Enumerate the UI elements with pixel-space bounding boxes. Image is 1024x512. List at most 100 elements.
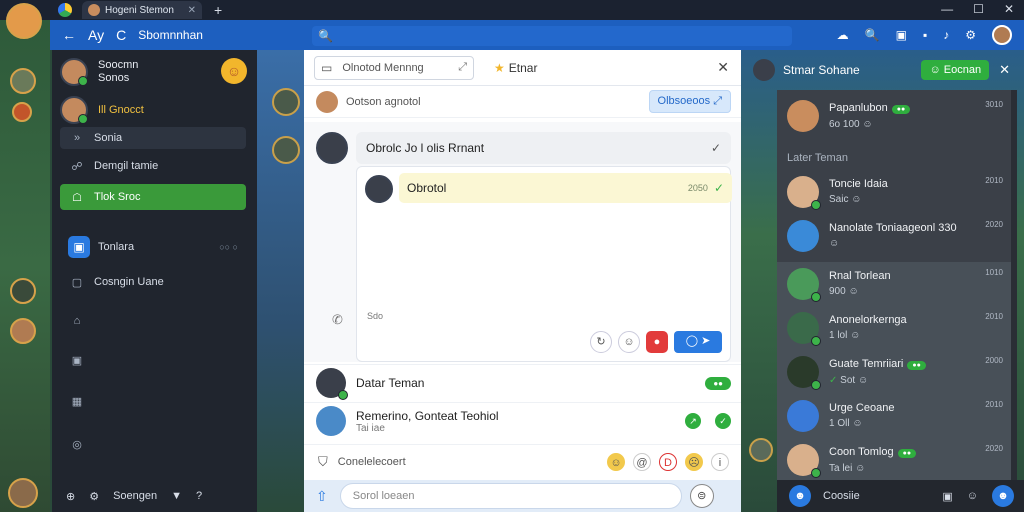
sidebar-icon-row[interactable]: ▦	[60, 390, 246, 412]
friends-panel-title: Stmar Sohane	[783, 63, 860, 77]
check-icon[interactable]: ✓	[715, 413, 731, 429]
shield-icon[interactable]: ⛉	[318, 454, 328, 470]
refresh-icon[interactable]: C	[116, 27, 126, 43]
new-tab-button[interactable]: +	[214, 2, 222, 18]
info-icon[interactable]: i	[711, 453, 729, 471]
tab-favicon	[88, 4, 100, 16]
sidebar-user-status[interactable]: Ill Gnocct	[60, 96, 144, 124]
emoji-icon[interactable]: ☹	[685, 453, 703, 471]
profile-icon[interactable]: ☻	[992, 485, 1014, 507]
pin-icon[interactable]: ⤢	[458, 61, 467, 74]
close-icon[interactable]: ✕	[717, 59, 729, 76]
profile-avatar[interactable]	[992, 25, 1012, 45]
sidebar-icon-row[interactable]: ◎	[60, 433, 246, 455]
maximize-button[interactable]: ☐	[973, 2, 984, 16]
gift-icon[interactable]: ▼	[171, 490, 182, 502]
close-window-button[interactable]: ✕	[1004, 2, 1014, 16]
sidebar-bottom-label[interactable]: Soengen	[113, 490, 157, 502]
contact-item[interactable]: Urge Ceoane 1 Oll ☺ 2010	[777, 394, 1011, 438]
nav-search-bar[interactable]: 🔍	[312, 26, 792, 46]
emoji-status-icon[interactable]: ☺	[221, 58, 247, 84]
game-hud-icon[interactable]	[10, 318, 36, 344]
sidebar-item-demgil[interactable]: ☍ Demgil tamie	[60, 155, 246, 177]
sidebar-user[interactable]: Soocmn Sonos	[60, 58, 138, 86]
sidebar-item-tonlara[interactable]: ▣ Tonlara ○○ ○	[60, 233, 246, 261]
sidebar-item-tlok[interactable]: ☖ Tlok Sroc	[60, 184, 246, 210]
game-hud-icon[interactable]	[10, 278, 36, 304]
chat-title-box[interactable]: ▭ Olnotod Mennng ⤢	[314, 55, 474, 80]
friends-header-button[interactable]: ☺ Eocnan	[921, 60, 990, 80]
chat-action-pill[interactable]: Olbsoeoos ⤢	[648, 90, 731, 113]
game-hud-icon[interactable]	[272, 136, 300, 164]
avatar	[787, 444, 821, 478]
help-icon[interactable]: ?	[196, 490, 202, 502]
record-button[interactable]: ●	[646, 331, 668, 353]
browser-tab[interactable]: Hogeni Stemon ✕	[82, 1, 202, 19]
contact-time: 2010	[985, 312, 1003, 321]
avatar	[787, 312, 821, 346]
contact-time: 2020	[985, 220, 1003, 229]
sidebar-item-cosngin[interactable]: ▢ Cosngin Uane	[60, 271, 246, 293]
contact-item[interactable]: Nanolate Toniaageonl 330 ☺ 2020	[777, 214, 1011, 258]
favorite-tab[interactable]: ★ Etnar	[494, 61, 537, 75]
send-button[interactable]: ◯ ➤	[674, 331, 722, 353]
game-hud-right	[741, 90, 777, 512]
message-input[interactable]: Sorol loeaen	[339, 483, 682, 509]
nav-prefix[interactable]: Ay	[88, 27, 104, 43]
contact-item[interactable]: Coon Tomlog ●● Ta lei ☺ 2020	[777, 438, 1011, 482]
square-icon[interactable]: ▪	[923, 28, 927, 42]
game-hud-icon[interactable]	[8, 478, 38, 508]
send-icon[interactable]: ⊜	[689, 484, 714, 508]
reply-bubble[interactable]: Obrotol 2050 ✓	[399, 173, 732, 203]
search-icon[interactable]: 🔍	[865, 28, 880, 42]
contact-item[interactable]: Guate Temriiari ●● ✓ Sot ☺ 2000	[777, 350, 1011, 394]
game-avatar-icon[interactable]	[6, 3, 42, 39]
window-icon[interactable]: ▣	[896, 28, 907, 42]
scrollbar[interactable]	[1011, 90, 1017, 512]
refresh-icon[interactable]: ↻	[590, 331, 612, 353]
sidebar-icon-row[interactable]: ▣	[60, 349, 246, 371]
close-icon[interactable]: ✕	[999, 62, 1010, 78]
chat-title: Olnotod Mennng	[342, 61, 424, 74]
game-background-middle	[257, 50, 304, 512]
friends-bottom-label[interactable]: Coosiie	[823, 490, 860, 502]
attach-icon[interactable]: ⇧	[316, 488, 328, 505]
sidebar-icon-row[interactable]: ⌂	[60, 310, 246, 332]
shopping-bag-icon: ▣	[68, 236, 90, 258]
friend-list-title: Datar Teman	[356, 376, 425, 390]
game-hud-icon[interactable]	[272, 88, 300, 116]
message-input-row: ⇧ Sorol loeaen ⊜	[304, 480, 741, 512]
call-icon[interactable]: ↗	[685, 413, 701, 429]
emoji-icon[interactable]: ☺	[618, 331, 640, 353]
game-hud-icon[interactable]	[12, 102, 32, 122]
list-item[interactable]: Remerino, Gonteat Teohiol Tai iae ↗ ✓	[304, 406, 741, 436]
chat-icon: ◎	[72, 438, 82, 451]
sidebar-item-meta: ○○ ○	[219, 242, 238, 252]
list-item[interactable]: Datar Teman ●●	[304, 368, 741, 400]
contact-item[interactable]: Papanlubon ●● 6o 100 ☺ 3010	[777, 94, 1011, 138]
game-hud-icon[interactable]	[749, 438, 773, 462]
window-icon[interactable]: ▣	[942, 490, 952, 503]
emoji-icon[interactable]: ☺	[607, 453, 625, 471]
globe-icon[interactable]: ⊕	[66, 490, 75, 503]
phone-icon[interactable]: ✆	[332, 312, 343, 328]
cloud-icon[interactable]: ☁	[837, 28, 849, 42]
d-icon[interactable]: D	[659, 453, 677, 471]
settings-icon[interactable]: ⚙	[965, 28, 976, 42]
tab-close-icon[interactable]: ✕	[188, 5, 196, 16]
contact-item[interactable]: Toncie Idaia Saic ☺ 2010	[777, 170, 1011, 214]
contact-item[interactable]: Rnal Torlean 900 ☺ 1010	[777, 262, 1011, 306]
message-bubble[interactable]: Obrolc Jo l olis Rrnant ✓	[356, 132, 731, 164]
minimize-button[interactable]: —	[941, 2, 953, 16]
music-icon[interactable]: ♪	[943, 28, 949, 42]
friends-icon[interactable]: ☻	[789, 485, 811, 507]
settings-icon[interactable]: ⚙	[89, 490, 99, 503]
app-navbar: ← Ay C Sbomnnhan 🔍 ☁ 🔍 ▣ ▪ ♪ ⚙	[50, 20, 1024, 50]
reply-panel: Obrotol 2050 ✓ Sdo ↻ ☺ ● ◯ ➤	[356, 166, 732, 362]
contact-item[interactable]: Anonelorkernga 1 lol ☺ 2010	[777, 306, 1011, 350]
sidebar-item-sonia[interactable]: » Sonia	[60, 127, 246, 149]
at-icon[interactable]: @	[633, 453, 651, 471]
game-hud-icon[interactable]	[10, 68, 36, 94]
emoji-icon[interactable]: ☺	[967, 490, 978, 502]
back-arrow-icon[interactable]: ←	[62, 27, 76, 43]
